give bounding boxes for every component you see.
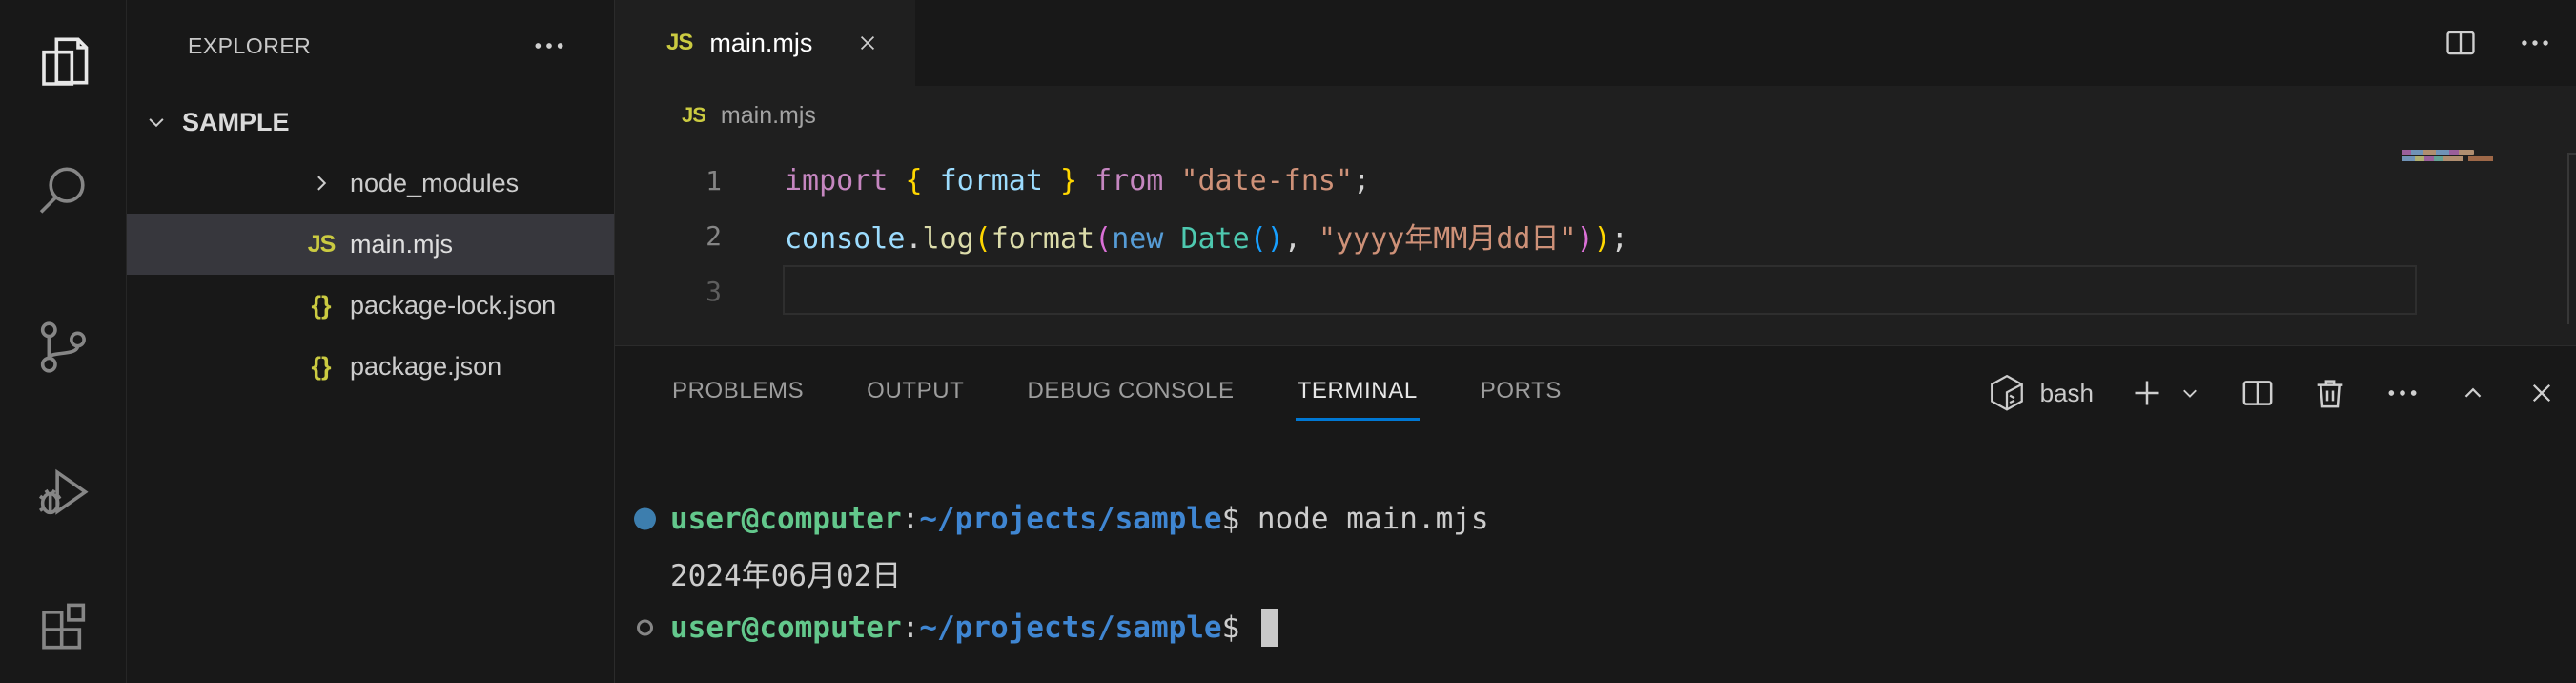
shell-label: bash [2040,379,2094,408]
terminal-shell-selector[interactable]: bash [1987,373,2094,413]
line-number: 1 [615,165,722,197]
kill-terminal-trash-icon[interactable] [2311,374,2349,412]
activity-explorer[interactable] [0,25,126,97]
chevron-down-icon [142,108,171,136]
terminal-more-actions-icon[interactable] [2383,374,2422,412]
folder-root-label: SAMPLE [182,108,290,137]
file-label: package.json [350,352,501,382]
json-file-icon: {} [296,291,346,321]
file-label: main.mjs [350,230,453,259]
js-file-icon: JS [666,30,692,56]
panel-tab-ports[interactable]: PORTS [1479,366,1564,421]
minimap[interactable] [2402,150,2501,161]
panel-header: PROBLEMS OUTPUT DEBUG CONSOLE TERMINAL P… [615,346,2576,440]
activity-bar [0,0,127,683]
split-terminal-icon[interactable] [2239,374,2277,412]
explorer-sidebar: EXPLORER SAMPLE node_modules JS main.mjs… [127,0,615,683]
editor-more-actions-icon[interactable] [2517,25,2553,61]
extensions-icon [32,599,93,660]
activity-run-debug[interactable] [0,456,126,528]
chevron-right-icon [296,169,346,197]
sidebar-header: EXPLORER [127,0,614,92]
sidebar-item-package-json[interactable]: {} package.json [127,336,614,397]
search-icon [32,160,93,221]
terminal-text: user@computer:~/projects/sample$ node ma… [670,502,1489,536]
minimap-line [2402,150,2474,155]
folder-root-sample[interactable]: SAMPLE [127,92,614,153]
terminal-output[interactable]: user@computer:~/projects/sample$ node ma… [615,440,2576,683]
run-debug-icon [32,462,93,523]
terminal-line: 2024年06月02日 [615,546,2576,600]
editor-actions [2443,0,2576,86]
terminal-cursor [1261,609,1278,647]
code-text: console.log(format(new Date(), "yyyy年MM月… [785,215,1628,257]
split-editor-icon[interactable] [2443,25,2479,61]
js-file-icon: JS [296,231,346,259]
command-decoration-icon[interactable] [634,507,656,529]
sidebar-item-package-lock-json[interactable]: {} package-lock.json [127,275,614,336]
current-line-highlight [783,265,2417,315]
json-file-icon: {} [296,352,346,382]
launch-profile-chevron-down-icon[interactable] [2176,379,2204,407]
source-control-icon [32,317,93,378]
tab-main-mjs[interactable]: JS main.mjs [615,0,915,86]
panel-tab-debug-console[interactable]: DEBUG CONSOLE [1025,366,1236,421]
terminal-text: user@computer:~/projects/sample$ [670,611,1257,645]
sidebar-item-node-modules[interactable]: node_modules [127,153,614,214]
vscode-window: EXPLORER SAMPLE node_modules JS main.mjs… [0,0,2576,683]
breadcrumb: JS main.mjs [615,86,2576,145]
terminal-text: 2024年06月02日 [670,551,901,594]
new-terminal-icon[interactable] [2128,374,2166,412]
sidebar-more-actions-icon[interactable] [530,27,568,65]
editor-group: JS main.mjs JS main.mjs 1 i [615,0,2576,683]
maximize-panel-chevron-up-icon[interactable] [2456,376,2490,410]
activity-extensions[interactable] [0,593,126,666]
code-line-2: 2 console.log(format(new Date(), "yyyy年M… [615,208,2576,263]
minimap-line [2402,156,2497,161]
tab-label: main.mjs [709,29,812,58]
scrollbar[interactable] [2567,153,2576,324]
panel-tab-output[interactable]: OUTPUT [865,366,966,421]
file-label: node_modules [350,169,519,198]
line-number: 3 [615,276,722,307]
tab-bar: JS main.mjs [615,0,2576,86]
breadcrumb-item[interactable]: main.mjs [721,102,816,130]
terminal-line: user@computer:~/projects/sample$ node ma… [615,491,2576,546]
activity-search[interactable] [0,155,126,227]
close-panel-icon[interactable] [2525,376,2559,410]
bash-icon [1987,373,2027,413]
terminal-toolbar: bash [1987,373,2559,413]
tab-close-icon[interactable] [854,30,881,56]
panel-tab-terminal[interactable]: TERMINAL [1296,366,1420,421]
files-icon [32,31,93,92]
js-file-icon: JS [682,103,705,128]
bottom-panel: PROBLEMS OUTPUT DEBUG CONSOLE TERMINAL P… [615,345,2576,683]
prompt-decoration-icon[interactable] [637,619,653,635]
activity-source-control[interactable] [0,311,126,383]
code-text: import { format } from "date-fns"; [785,164,1370,197]
sidebar-title: EXPLORER [188,33,311,59]
code-editor[interactable]: 1 import { format } from "date-fns"; 2 c… [615,145,2576,345]
sidebar-item-main-mjs[interactable]: JS main.mjs [127,214,614,275]
file-label: package-lock.json [350,291,556,321]
line-number: 2 [615,220,722,252]
code-line-1: 1 import { format } from "date-fns"; [615,153,2576,208]
panel-tab-problems[interactable]: PROBLEMS [670,366,806,421]
terminal-line: user@computer:~/projects/sample$ [615,600,2576,654]
